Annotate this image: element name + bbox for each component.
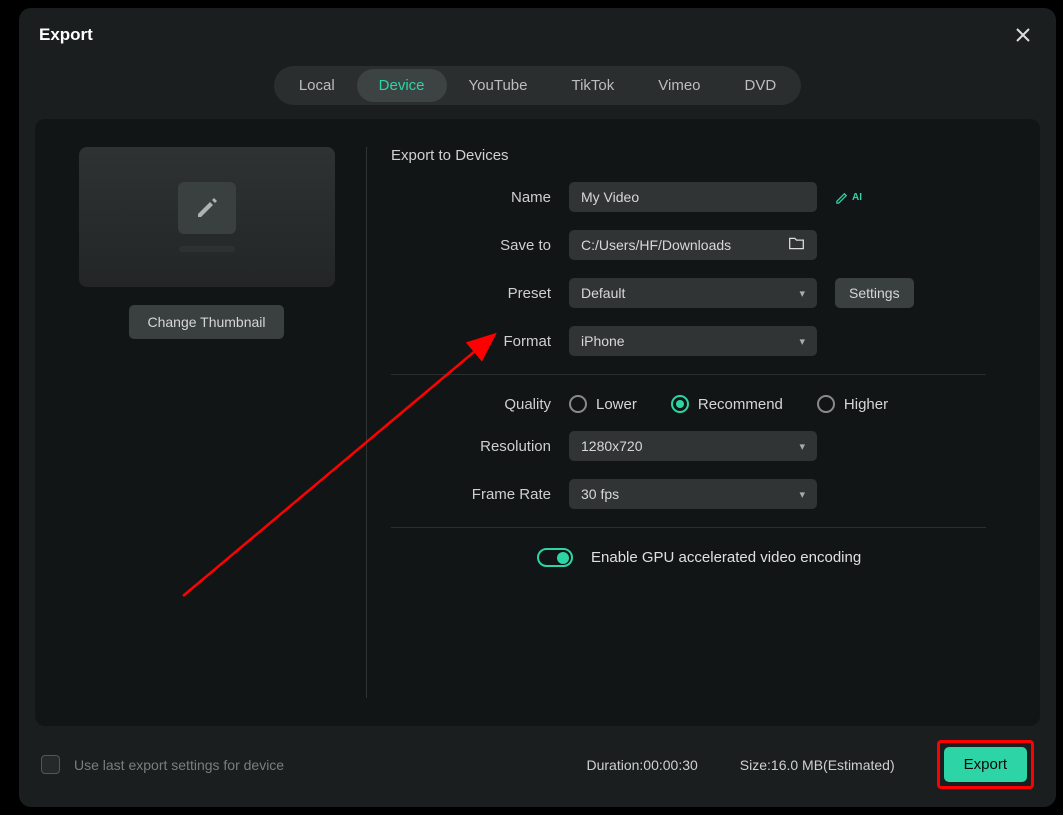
- preset-value: Default: [581, 285, 625, 301]
- change-thumbnail-button[interactable]: Change Thumbnail: [129, 305, 283, 339]
- export-button-highlight: Export: [937, 740, 1034, 789]
- quality-recommend[interactable]: Recommend: [671, 395, 783, 413]
- chevron-down-icon: ▾: [799, 335, 805, 348]
- edit-icon: [178, 182, 236, 234]
- row-frame-rate: Frame Rate 30 fps ▾: [391, 479, 1016, 509]
- name-input[interactable]: [569, 182, 817, 212]
- dialog-title: Export: [39, 25, 93, 45]
- label-frame-rate: Frame Rate: [391, 486, 569, 503]
- dialog-header: Export: [19, 8, 1056, 58]
- folder-icon[interactable]: [788, 236, 805, 254]
- tab-vimeo[interactable]: Vimeo: [636, 69, 722, 102]
- export-dialog: Export Local Device YouTube TikTok Vimeo…: [19, 8, 1056, 807]
- gpu-toggle-label: Enable GPU accelerated video encoding: [591, 549, 861, 566]
- size-stat: Size:16.0 MB(Estimated): [740, 757, 895, 773]
- tab-tiktok[interactable]: TikTok: [549, 69, 636, 102]
- quality-lower[interactable]: Lower: [569, 395, 637, 413]
- separator: [391, 374, 986, 375]
- radio-icon: [671, 395, 689, 413]
- frame-rate-select[interactable]: 30 fps ▾: [569, 479, 817, 509]
- tab-local[interactable]: Local: [277, 69, 357, 102]
- format-value: iPhone: [581, 333, 625, 349]
- close-icon[interactable]: [1010, 22, 1036, 48]
- panel-divider: [366, 147, 367, 698]
- settings-column: Export to Devices Name AI Save to C:/Use…: [371, 147, 1016, 698]
- export-tabs: Local Device YouTube TikTok Vimeo DVD: [274, 66, 801, 105]
- resolution-select[interactable]: 1280x720 ▾: [569, 431, 817, 461]
- label-name: Name: [391, 189, 569, 206]
- duration-stat: Duration:00:00:30: [586, 757, 697, 773]
- thumbnail-preview: [79, 147, 335, 287]
- label-preset: Preset: [391, 285, 569, 302]
- thumbnail-column: Change Thumbnail: [59, 147, 354, 698]
- row-gpu-toggle: Enable GPU accelerated video encoding: [537, 548, 1016, 567]
- export-panel: Change Thumbnail Export to Devices Name …: [35, 119, 1040, 726]
- label-save-to: Save to: [391, 237, 569, 254]
- row-save-to: Save to C:/Users/HF/Downloads: [391, 230, 1016, 260]
- separator: [391, 527, 986, 528]
- tab-youtube[interactable]: YouTube: [447, 69, 550, 102]
- row-resolution: Resolution 1280x720 ▾: [391, 431, 1016, 461]
- export-button[interactable]: Export: [944, 747, 1027, 782]
- tab-dvd[interactable]: DVD: [723, 69, 799, 102]
- resolution-value: 1280x720: [581, 438, 643, 454]
- chevron-down-icon: ▾: [799, 287, 805, 300]
- radio-icon: [817, 395, 835, 413]
- save-to-value: C:/Users/HF/Downloads: [581, 237, 731, 253]
- chevron-down-icon: ▾: [799, 488, 805, 501]
- preset-select[interactable]: Default ▾: [569, 278, 817, 308]
- thumbnail-placeholder-line: [179, 246, 235, 252]
- frame-rate-value: 30 fps: [581, 486, 619, 502]
- gpu-toggle[interactable]: [537, 548, 573, 567]
- label-quality: Quality: [391, 396, 569, 413]
- radio-icon: [569, 395, 587, 413]
- toggle-knob: [557, 552, 569, 564]
- use-last-settings-label: Use last export settings for device: [74, 757, 284, 773]
- row-quality: Quality Lower Recommend Higher: [391, 395, 1016, 413]
- chevron-down-icon: ▾: [799, 440, 805, 453]
- tab-device[interactable]: Device: [357, 69, 447, 102]
- label-format: Format: [391, 333, 569, 350]
- label-resolution: Resolution: [391, 438, 569, 455]
- preset-settings-button[interactable]: Settings: [835, 278, 914, 308]
- row-format: Format iPhone ▾: [391, 326, 1016, 356]
- dialog-footer: Use last export settings for device Dura…: [19, 726, 1056, 807]
- format-select[interactable]: iPhone ▾: [569, 326, 817, 356]
- quality-higher[interactable]: Higher: [817, 395, 888, 413]
- quality-radio-group: Lower Recommend Higher: [569, 395, 888, 413]
- save-to-input[interactable]: C:/Users/HF/Downloads: [569, 230, 817, 260]
- section-title: Export to Devices: [391, 147, 1016, 164]
- ai-rename-icon[interactable]: AI: [835, 190, 862, 205]
- use-last-settings-checkbox[interactable]: [41, 755, 60, 774]
- row-name: Name AI: [391, 182, 1016, 212]
- tabs-container: Local Device YouTube TikTok Vimeo DVD: [19, 58, 1056, 119]
- row-preset: Preset Default ▾ Settings: [391, 278, 1016, 308]
